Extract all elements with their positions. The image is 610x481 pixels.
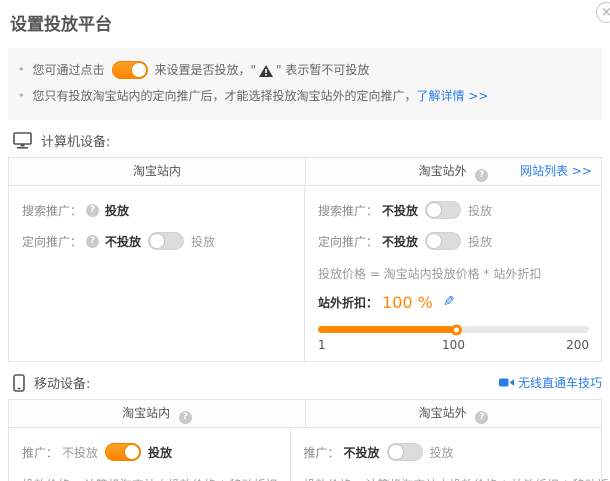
- close-icon[interactable]: ×: [596, 2, 610, 23]
- state-on-label: 投放: [468, 202, 492, 219]
- row-label: 定向推广：: [318, 233, 378, 250]
- row-label: 搜索推广：: [22, 202, 82, 219]
- notice-text: 来设置是否投放，": [155, 58, 257, 82]
- toggle-knob: [426, 233, 442, 249]
- bullet-dot: •: [18, 84, 25, 108]
- state-off-label: 不投放: [105, 233, 141, 250]
- offsite-discount-slider: 1 100 200: [318, 326, 589, 353]
- mobile-table-header: 淘宝站内 ? 淘宝站外 ?: [9, 400, 601, 428]
- offsite-discount-value: 100 %: [382, 293, 433, 312]
- promo-row: 推广： 不投放 投放: [304, 441, 610, 463]
- targeted-promo-toggle[interactable]: [425, 232, 461, 250]
- row-label: 推广：: [22, 444, 58, 461]
- computer-section-header: 计算机设备:: [8, 131, 602, 150]
- toggle-knob: [149, 233, 165, 249]
- warning-triangle-icon: [259, 65, 273, 77]
- header-label: 淘宝站内: [133, 164, 181, 178]
- mobile-offsite-price-formula: 投放价格= 计算机淘宝站内投放价格 * 站外折扣 * 移动折扣: [304, 476, 610, 481]
- state-on-label: 投放: [148, 444, 172, 461]
- mobile-offsite-cell: 推广： 不投放 投放 投放价格= 计算机淘宝站内投放价格 * 站外折扣 * 移动…: [291, 428, 610, 481]
- computer-onsite-header: 淘宝站内: [9, 158, 305, 185]
- phone-icon: [13, 374, 25, 392]
- promo-row: 推广： 不投放 投放: [22, 441, 278, 463]
- mobile-onsite-price-formula: 投放价格= 计算机淘宝站内投放价格 * 移动折扣: [22, 476, 278, 481]
- computer-offsite-cell: 搜索推广： 不投放 投放 定向推广： 不投放 投放 投放价格 = 淘宝站内投放价…: [305, 186, 601, 361]
- targeted-promo-row: 定向推广： 不投放 投放: [318, 230, 589, 252]
- mobile-section-header: 移动设备: 无线直通车技巧: [8, 373, 602, 392]
- state-off-label: 不投放: [62, 444, 98, 461]
- header-label: 淘宝站内: [122, 406, 170, 420]
- offsite-discount-label: 站外折扣：: [318, 294, 378, 311]
- bullet-dot: •: [18, 58, 25, 82]
- computer-table: 淘宝站内 淘宝站外 ? 网站列表 >> 搜索推广： ? 投放 定向推广： ? 不…: [8, 157, 602, 362]
- offsite-discount-line: 站外折扣： 100 % ✎: [318, 290, 589, 314]
- row-label: 搜索推广：: [318, 202, 378, 219]
- computer-icon: [13, 132, 32, 149]
- mobile-section-label: 移动设备:: [34, 373, 90, 392]
- scale-mid: 100: [442, 338, 465, 352]
- computer-table-header: 淘宝站内 淘宝站外 ? 网站列表 >>: [9, 158, 601, 186]
- mobile-table: 淘宝站内 ? 淘宝站外 ? 推广： 不投放 投放 投放价格= 计算机淘宝站内投放…: [8, 399, 602, 481]
- mobile-table-body: 推广： 不投放 投放 投放价格= 计算机淘宝站内投放价格 * 移动折扣 推广： …: [9, 428, 601, 481]
- mobile-onsite-promo-toggle[interactable]: [105, 443, 141, 461]
- website-list-link[interactable]: 网站列表 >>: [520, 158, 592, 185]
- page-title: 设置投放平台: [0, 0, 610, 35]
- toggle-knob: [426, 202, 442, 218]
- state-on-label: 投放: [468, 233, 492, 250]
- state-off-label: 不投放: [382, 202, 418, 219]
- toggle-knob: [388, 444, 404, 460]
- computer-onsite-cell: 搜索推广： ? 投放 定向推广： ? 不投放 投放: [9, 186, 305, 361]
- slider-fill: [318, 326, 454, 333]
- computer-section-label: 计算机设备:: [41, 131, 110, 150]
- row-label: 推广：: [304, 444, 340, 461]
- search-promo-row: 搜索推广： 不投放 投放: [318, 199, 589, 221]
- video-camera-icon: [499, 377, 514, 388]
- state-off-label: 不投放: [344, 444, 380, 461]
- targeted-promo-toggle[interactable]: [148, 232, 184, 250]
- notice-text: 您可通过点击: [33, 58, 105, 82]
- notice-text: " 表示暂不可投放: [276, 58, 369, 82]
- wireless-tips-link[interactable]: 无线直通车技巧: [499, 374, 602, 391]
- mobile-offsite-header: 淘宝站外 ?: [305, 400, 601, 427]
- row-label: 定向推广：: [22, 233, 82, 250]
- notice-line-1: • 您可通过点击 来设置是否投放，" " 表示暂不可投放: [18, 58, 588, 82]
- help-icon[interactable]: ?: [475, 411, 488, 424]
- computer-offsite-header: 淘宝站外 ? 网站列表 >>: [305, 158, 601, 185]
- edit-icon[interactable]: ✎: [443, 294, 455, 310]
- help-icon[interactable]: ?: [86, 235, 99, 248]
- scale-min: 1: [318, 338, 326, 352]
- header-label: 淘宝站外: [419, 406, 467, 420]
- state-on-label: 投放: [191, 233, 215, 250]
- notice-box: • 您可通过点击 来设置是否投放，" " 表示暂不可投放 • 您只有投放淘宝站内…: [8, 48, 602, 120]
- notice-text: 您只有投放淘宝站内的定向推广后，才能选择投放淘宝站外的定向推广，: [33, 84, 417, 108]
- mobile-onsite-cell: 推广： 不投放 投放 投放价格= 计算机淘宝站内投放价格 * 移动折扣: [9, 428, 291, 481]
- search-promo-value: 投放: [105, 202, 129, 219]
- search-promo-toggle[interactable]: [425, 201, 461, 219]
- help-icon[interactable]: ?: [86, 204, 99, 217]
- slider-scale: 1 100 200: [318, 338, 589, 353]
- header-label: 淘宝站外: [419, 164, 467, 178]
- help-icon[interactable]: ?: [179, 411, 192, 424]
- set-platform-panel: × 设置投放平台 • 您可通过点击 来设置是否投放，" " 表示暂不可投放 • …: [0, 0, 610, 481]
- slider-thumb[interactable]: [451, 324, 462, 335]
- mobile-onsite-header: 淘宝站内 ?: [9, 400, 305, 427]
- help-icon[interactable]: ?: [475, 169, 488, 182]
- offsite-price-formula: 投放价格 = 淘宝站内投放价格 * 站外折扣: [318, 265, 589, 282]
- learn-more-link[interactable]: 了解详情 >>: [417, 84, 489, 108]
- state-off-label: 不投放: [382, 233, 418, 250]
- computer-table-body: 搜索推广： ? 投放 定向推广： ? 不投放 投放 搜索推广： 不投放 投放: [9, 186, 601, 361]
- targeted-promo-row: 定向推广： ? 不投放 投放: [22, 230, 292, 252]
- state-on-label: 投放: [430, 444, 454, 461]
- wireless-tips-label: 无线直通车技巧: [518, 374, 602, 391]
- toggle-knob: [131, 62, 147, 78]
- slider-track[interactable]: [318, 326, 589, 333]
- search-promo-row: 搜索推广： ? 投放: [22, 199, 292, 221]
- scale-max: 200: [566, 338, 589, 352]
- notice-line-2: • 您只有投放淘宝站内的定向推广后，才能选择投放淘宝站外的定向推广， 了解详情 …: [18, 84, 588, 108]
- example-toggle: [112, 61, 148, 79]
- toggle-knob: [124, 444, 140, 460]
- mobile-offsite-promo-toggle[interactable]: [387, 443, 423, 461]
